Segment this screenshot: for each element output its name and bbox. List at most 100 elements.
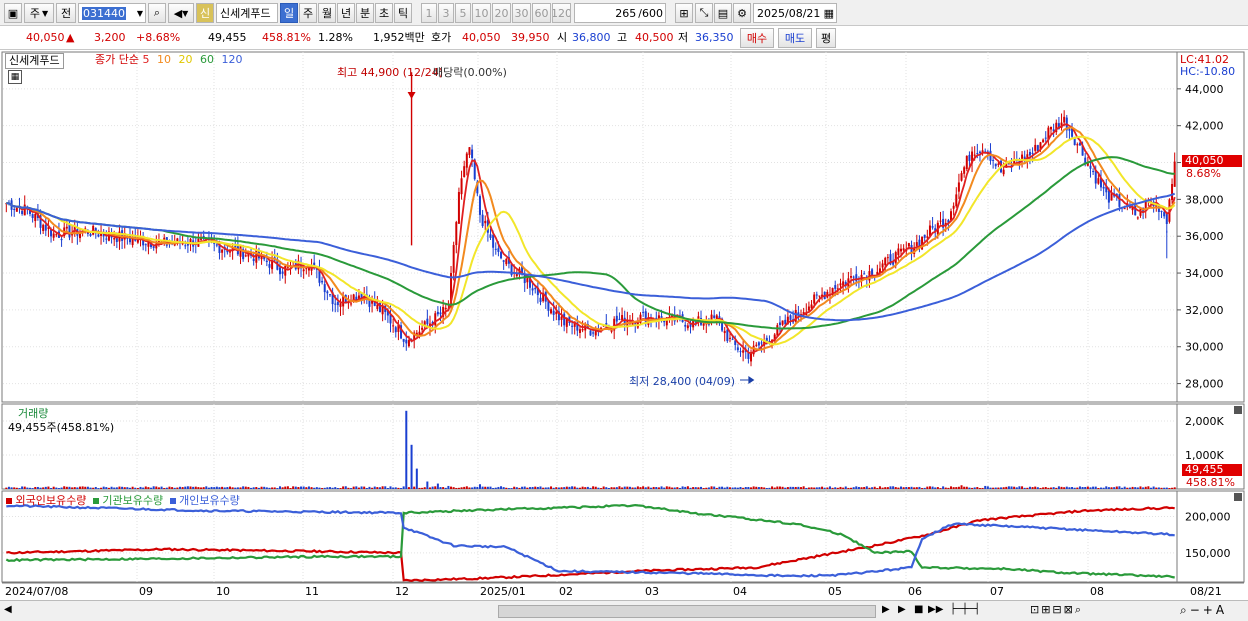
count-input[interactable]: 265/600 — [574, 3, 666, 23]
hc-label: HC:-10.80 — [1180, 65, 1236, 78]
volume-bar — [1150, 487, 1153, 489]
panel-close-icon-0[interactable] — [1234, 406, 1242, 414]
layout-icons[interactable]: ⊡⊞⊟⊠⌕ — [1030, 603, 1083, 617]
candle-body — [507, 257, 510, 264]
zoom-slider[interactable]: ├─┼─┤ — [950, 604, 980, 615]
scroll-left-icon[interactable]: ◀ — [4, 604, 12, 615]
minute-tab-3[interactable]: 3 — [438, 3, 454, 23]
volume-bar — [939, 488, 942, 490]
prev-button[interactable]: 전 — [56, 3, 76, 23]
period-tab-0[interactable]: 일 — [280, 3, 298, 23]
candle-body — [368, 296, 371, 307]
mode-select[interactable]: 주 ▼ — [24, 3, 54, 23]
candle-body — [457, 192, 460, 224]
candle-body — [884, 257, 887, 266]
candle-body — [568, 316, 571, 323]
minute-tab-120[interactable]: 120 — [552, 3, 571, 23]
volume-bar — [615, 487, 618, 489]
gear-icon[interactable]: ⚙ — [733, 3, 751, 23]
candle-body — [197, 238, 200, 247]
stop-icon[interactable]: ■ — [914, 604, 923, 615]
volume-bar — [628, 486, 631, 489]
minute-tab-60[interactable]: 60 — [532, 3, 551, 23]
volume-bar — [1036, 487, 1039, 489]
candle-body — [547, 300, 550, 311]
period-tab-6[interactable]: 틱 — [394, 3, 412, 23]
volume-bar — [300, 486, 303, 489]
candle-body — [863, 273, 866, 275]
save-icon[interactable]: ▤ — [714, 3, 732, 23]
zoom-icons[interactable]: ⌕−+A — [1180, 603, 1227, 618]
price-tick-label-3: 38,000 — [1185, 193, 1224, 206]
candle-body — [1165, 213, 1168, 224]
play-icon[interactable]: ▶ — [898, 604, 906, 615]
volume-bar — [626, 486, 629, 489]
volume-bar — [410, 444, 413, 489]
minute-tab-1[interactable]: 1 — [421, 3, 437, 23]
speaker-icon[interactable]: ◀ ▼ — [168, 3, 194, 23]
draw-icon[interactable]: ⤡ — [695, 3, 713, 23]
minute-tab-5[interactable]: 5 — [455, 3, 471, 23]
scroll-right-icon[interactable]: ▶ — [882, 604, 890, 615]
minute-tab-30[interactable]: 30 — [512, 3, 531, 23]
candle-body — [942, 218, 945, 228]
stock-code-input[interactable]: 031440 ▼ — [78, 3, 146, 23]
sell-button[interactable]: 매도 — [778, 28, 812, 48]
calendar-icon[interactable]: ▦ — [824, 7, 834, 20]
volume-bar — [471, 487, 474, 489]
volume-bar — [963, 486, 966, 489]
candle-icon[interactable]: ⊞ — [675, 3, 693, 23]
chart-menu-icon[interactable]: ▣ — [4, 3, 22, 23]
minute-tab-20[interactable]: 20 — [492, 3, 511, 23]
volume-bar — [792, 486, 795, 489]
avg-button[interactable]: 평 — [816, 28, 836, 48]
price-tick-label-5: 34,000 — [1185, 267, 1224, 280]
candle-body — [113, 238, 116, 240]
stock-chart[interactable]: 2024/07/08 09 10 11 12 2025/01 02 03 04 05 06 07 08 0… — [0, 0, 1248, 621]
volume-bar — [1076, 487, 1079, 489]
candle-body — [928, 225, 931, 236]
buy-button[interactable]: 매수 — [740, 28, 774, 48]
period-tab-1[interactable]: 주 — [299, 3, 317, 23]
candle-body — [981, 150, 984, 154]
volume-bar — [744, 487, 747, 489]
volume-bar — [468, 487, 471, 489]
volume-bar — [484, 486, 487, 489]
chevron-down-icon[interactable]: ▼ — [137, 9, 143, 18]
stock-code-value: 031440 — [82, 6, 126, 20]
price-value: 40,050 — [26, 31, 65, 44]
fast-forward-icon[interactable]: ▶▶ — [928, 604, 943, 615]
volume-bar — [128, 487, 131, 489]
candle-body — [810, 304, 813, 309]
period-tab-4[interactable]: 분 — [356, 3, 374, 23]
volume-bar — [1081, 487, 1084, 489]
volume-bar — [1168, 488, 1171, 490]
candle-body — [900, 248, 903, 252]
panel-menu-icon[interactable]: ▦ — [8, 70, 22, 84]
volume-bar — [339, 488, 342, 490]
volume-bar — [544, 487, 547, 489]
ma-line-120 — [6, 192, 1176, 322]
candle-body — [876, 271, 879, 275]
volume-bar — [350, 488, 353, 490]
minute-tab-10[interactable]: 10 — [472, 3, 491, 23]
period-tab-2[interactable]: 월 — [318, 3, 336, 23]
turnover-value: 1.28% — [318, 31, 353, 44]
volume-bar — [1121, 487, 1124, 489]
candle-body — [565, 318, 568, 327]
period-tab-3[interactable]: 년 — [337, 3, 355, 23]
volume-bar — [936, 487, 939, 489]
candle-body — [1123, 208, 1126, 210]
volume-bar — [944, 487, 947, 489]
volume-bar — [478, 484, 481, 489]
search-icon[interactable]: ⌕ — [148, 3, 166, 23]
scroll-thumb[interactable] — [498, 605, 876, 618]
candle-body — [597, 329, 600, 331]
volume-bar — [321, 487, 324, 489]
date-input[interactable]: 2025/08/21 ▦ — [753, 3, 837, 23]
volume-bar — [718, 486, 721, 489]
panel-close-icon-1[interactable] — [1234, 493, 1242, 501]
scroll-bar[interactable]: ◀ ▶ ▶ ■ ▶▶ ├─┼─┤ ⊡⊞⊟⊠⌕ ⌕−+A — [0, 600, 1248, 621]
volume-bar — [600, 488, 603, 490]
period-tab-5[interactable]: 초 — [375, 3, 393, 23]
